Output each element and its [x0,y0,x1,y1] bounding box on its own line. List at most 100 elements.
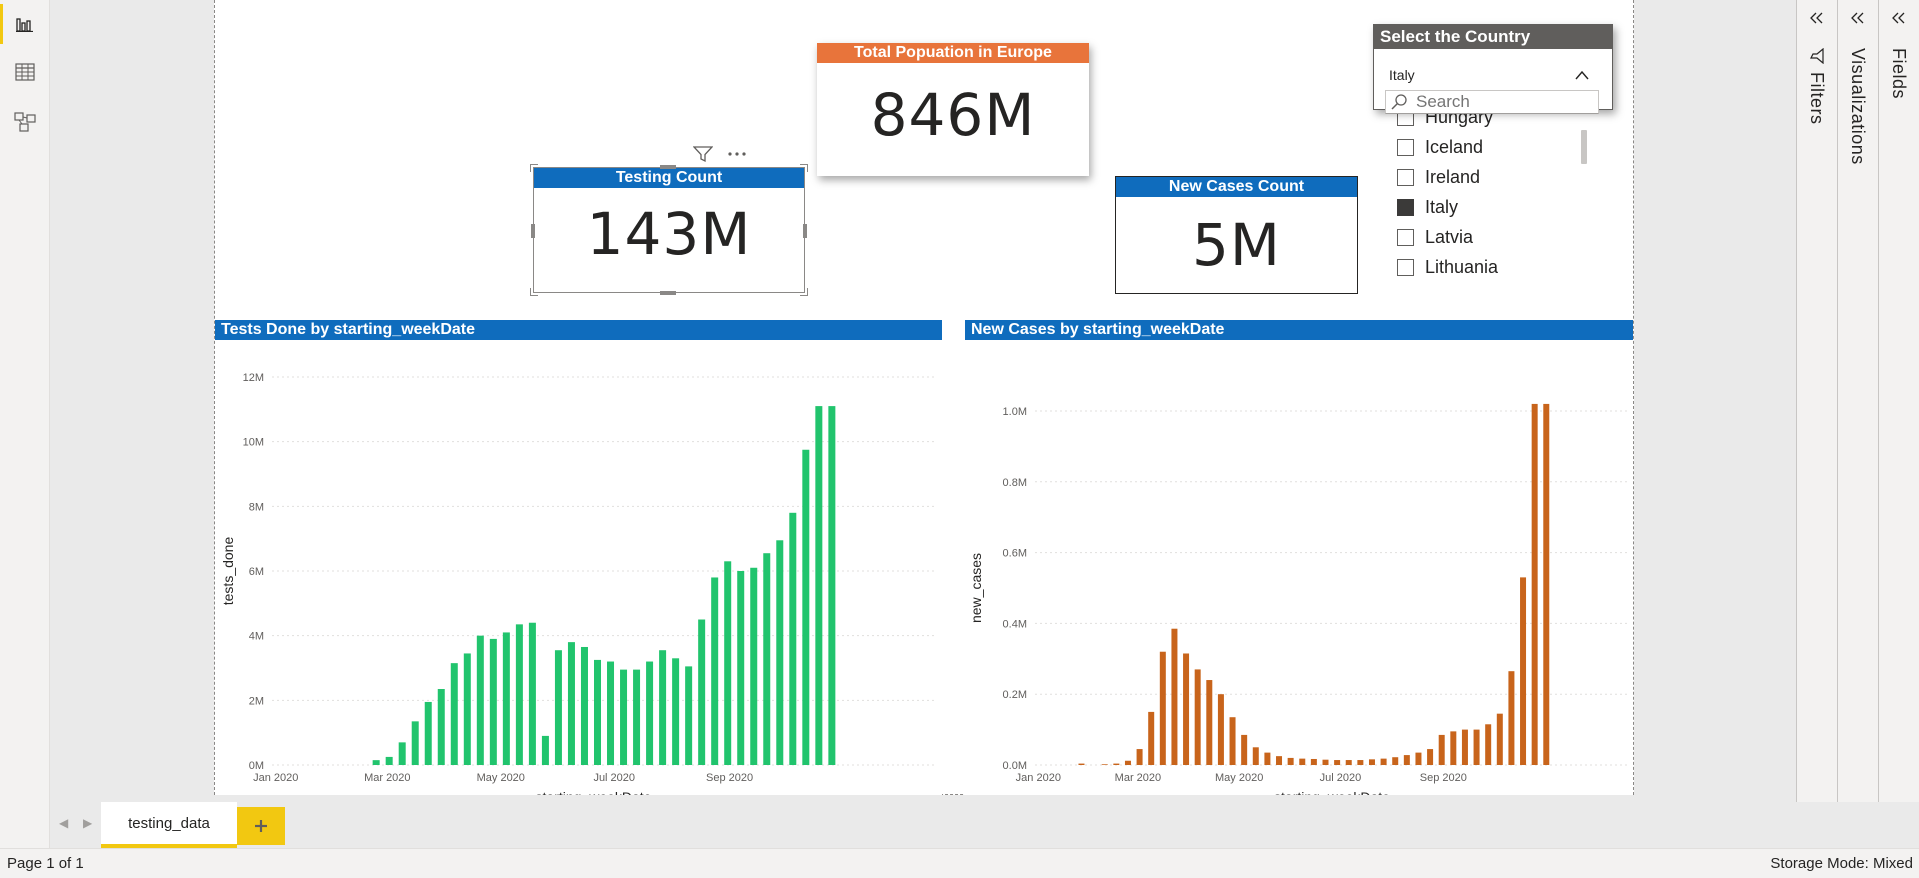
bar[interactable] [1206,680,1213,765]
tests-done-chart[interactable]: Tests Done by starting_weekDate 0M 2M 4M 6M… [215,320,942,795]
more-options-icon[interactable] [727,151,747,157]
bar[interactable] [1415,752,1422,765]
bar[interactable] [372,760,380,765]
bar[interactable] [1310,758,1317,765]
bar[interactable] [1159,651,1166,765]
slicer-item-lithuania[interactable]: Lithuania [1397,252,1498,282]
bar[interactable] [1543,403,1550,765]
bar[interactable] [1392,757,1399,765]
bar[interactable] [711,577,719,765]
slicer-item-latvia[interactable]: Latvia [1397,222,1473,252]
bar[interactable] [1241,734,1248,765]
bar[interactable] [1357,760,1364,765]
bar[interactable] [1531,403,1538,765]
slicer-item-ireland[interactable]: Ireland [1397,162,1480,192]
resize-handle-bottom-left[interactable] [530,288,538,296]
bar[interactable] [398,742,406,765]
bar[interactable] [815,406,823,765]
bar[interactable] [463,653,471,765]
bar[interactable] [1380,758,1387,765]
bar[interactable] [515,624,523,765]
bar[interactable] [528,622,536,765]
bar[interactable] [385,756,393,765]
collapse-chevrons-icon[interactable] [1890,10,1906,26]
bar[interactable] [1194,669,1201,765]
bar[interactable] [1124,760,1131,765]
bar[interactable] [1217,694,1224,765]
bar[interactable] [450,663,458,765]
bar[interactable] [1299,758,1306,765]
bar[interactable] [1427,749,1434,765]
bar[interactable] [737,571,745,765]
bar[interactable] [672,658,680,765]
bar[interactable] [763,553,771,765]
bar[interactable] [1252,747,1259,765]
checkbox[interactable] [1397,258,1414,276]
collapse-chevrons-icon[interactable] [1849,10,1865,26]
fields-pane[interactable]: Fields [1878,0,1919,802]
checkbox[interactable] [1397,168,1414,186]
bar[interactable] [1171,628,1178,765]
new-cases-card[interactable]: New Cases Count 5M [1115,176,1358,294]
bar[interactable] [1485,724,1492,765]
slicer-item-hungary[interactable]: Hungary [1397,114,1493,132]
checkbox[interactable] [1397,228,1414,246]
bar[interactable] [828,406,836,765]
bar[interactable] [802,449,810,765]
previous-page-arrow[interactable]: ◀ [59,816,68,830]
filter-icon[interactable] [693,145,713,163]
slicer-list[interactable]: Hungary Iceland Ireland Italy Latvia Lithuani… [1385,114,1599,320]
bar[interactable] [1113,763,1120,765]
bar[interactable] [607,661,615,765]
bar[interactable] [476,635,484,765]
bar[interactable] [1322,759,1329,765]
bar[interactable] [789,512,797,765]
page-tab-testing-data[interactable]: testing_data [101,802,237,848]
resize-handle-top-left[interactable] [530,164,538,172]
bar[interactable] [1368,759,1375,765]
bar[interactable] [1461,729,1468,765]
slicer-dropdown[interactable]: Italy [1385,61,1599,89]
bar[interactable] [1148,711,1155,765]
bar[interactable] [1508,671,1515,765]
add-page-button[interactable] [237,807,285,845]
bar[interactable] [1229,717,1236,765]
bar[interactable] [1287,757,1294,765]
slicer-item-iceland[interactable]: Iceland [1397,132,1483,162]
bar[interactable] [1101,764,1108,765]
bar[interactable] [1334,760,1341,765]
checkbox[interactable] [1397,138,1414,156]
bar[interactable] [750,567,758,765]
bar[interactable] [594,659,601,765]
bar[interactable] [1473,729,1480,765]
bar[interactable] [489,638,497,765]
bar[interactable] [424,701,432,765]
collapse-chevrons-icon[interactable] [1808,10,1824,26]
bar[interactable] [567,642,575,765]
bar[interactable] [1520,577,1527,765]
bar[interactable] [1136,749,1143,765]
resize-handle-bottom-right[interactable] [800,288,808,296]
bar[interactable] [1496,713,1503,765]
slicer-scrollbar[interactable] [1581,130,1587,164]
bar[interactable] [1450,731,1457,765]
bar[interactable] [541,735,549,765]
bar[interactable] [620,669,628,765]
visualizations-pane[interactable]: Visualizations [1837,0,1878,802]
bar[interactable] [646,661,654,765]
resize-handle-top[interactable] [660,165,676,169]
next-page-arrow[interactable]: ▶ [83,816,92,830]
bar[interactable] [437,689,445,765]
report-view-button[interactable] [0,0,50,48]
slicer-search-box[interactable] [1385,90,1599,114]
resize-handle-right[interactable] [803,224,807,238]
bar[interactable] [685,666,693,765]
bar[interactable] [698,619,706,766]
filters-pane[interactable]: Filters [1796,0,1837,802]
checkbox[interactable] [1397,198,1414,216]
bar[interactable] [1403,755,1410,765]
bar[interactable] [580,646,588,765]
bar[interactable] [633,669,641,765]
bar[interactable] [1264,752,1271,765]
slicer-search-input[interactable] [1416,92,1596,112]
